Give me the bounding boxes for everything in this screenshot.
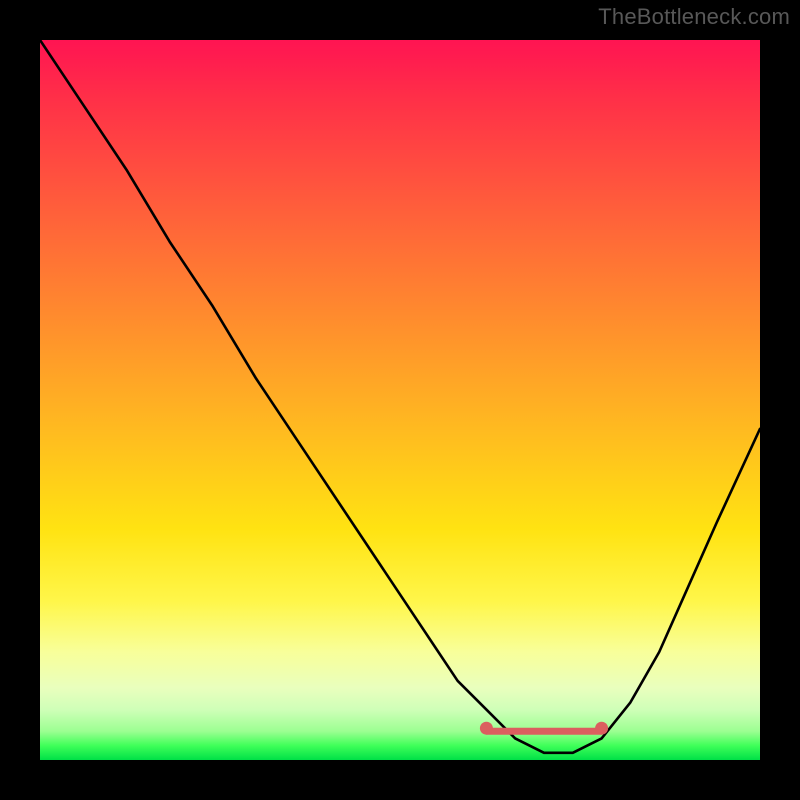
bottleneck-curve-svg [40,40,760,760]
credit-watermark: TheBottleneck.com [598,4,790,30]
chart-frame: TheBottleneck.com [0,0,800,800]
plot-area [40,40,760,760]
bottleneck-curve-path [40,40,760,753]
